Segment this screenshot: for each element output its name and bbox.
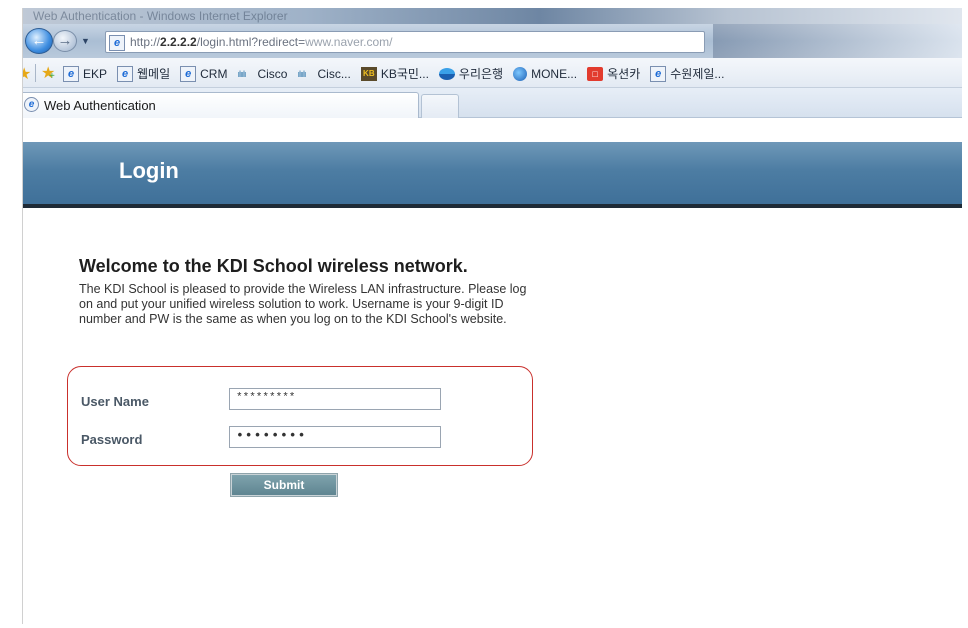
- username-label: User Name: [81, 394, 149, 409]
- address-bar[interactable]: e http://2.2.2.2/login.html?redirect=www…: [105, 31, 705, 53]
- ie-page-icon: e: [117, 65, 134, 82]
- ie-page-icon: e: [180, 65, 197, 82]
- navigation-bar: ← → ▼ e http://2.2.2.2/login.html?redire…: [23, 24, 962, 58]
- favorite-link-cisco[interactable]: ılıılı Cisco: [237, 67, 287, 81]
- welcome-heading: Welcome to the KDI School wireless netwo…: [79, 256, 468, 276]
- tab-label: Web Authentication: [44, 98, 156, 113]
- page-header: Login: [23, 142, 962, 208]
- address-url[interactable]: http://2.2.2.2/login.html?redirect=www.n…: [130, 35, 393, 49]
- cisco-icon: ılıılı: [297, 68, 306, 79]
- favorite-link-webmail[interactable]: e 웹메일: [117, 65, 170, 82]
- favorite-link-money[interactable]: MONE...: [513, 66, 577, 81]
- back-button[interactable]: ←: [25, 28, 53, 54]
- page-title: Login: [119, 158, 179, 183]
- tab-web-authentication[interactable]: e Web Authentication: [23, 92, 419, 118]
- woori-icon: [438, 67, 455, 80]
- toolbar-blur-region: [713, 24, 962, 58]
- new-tab-button[interactable]: [421, 94, 459, 118]
- forward-button[interactable]: →: [53, 30, 77, 52]
- favorite-link-woori[interactable]: 우리은행: [438, 65, 503, 82]
- ie-page-icon: e: [650, 65, 667, 82]
- favorite-link-cisco-2[interactable]: ılıılı Cisc...: [297, 67, 350, 81]
- title-bar: Web Authentication - Windows Internet Ex…: [23, 8, 962, 24]
- username-input[interactable]: *********: [229, 388, 441, 410]
- favorite-link-crm[interactable]: e CRM: [180, 65, 227, 82]
- auction-icon: □: [587, 66, 604, 81]
- credentials-highlight-box: [67, 366, 533, 466]
- back-arrow-icon: ←: [31, 32, 47, 49]
- kb-icon: KB: [360, 66, 377, 81]
- window-title: Web Authentication - Windows Internet Ex…: [33, 9, 288, 23]
- favorites-bar: ★ ★+ eEKP e웹메일 eCRM ılıılıCisco ılıılıCi…: [23, 58, 962, 88]
- tab-bar: e Web Authentication: [23, 88, 962, 118]
- favorites-star-icon[interactable]: ★: [23, 64, 31, 84]
- description-text: The KDI School is pleased to provide the…: [79, 282, 527, 326]
- ie-tab-icon: e: [24, 97, 39, 112]
- password-input[interactable]: ••••••••: [229, 426, 441, 448]
- cisco-icon: ılıılı: [237, 68, 246, 79]
- favorites-list: e EKP e 웹메일 e CRM ılıılı Cisco ılıılı Cisc...…: [63, 65, 734, 82]
- favorite-link-auction[interactable]: □ 옥션카: [587, 65, 640, 82]
- favorite-link-suwon[interactable]: e 수원제일...: [650, 65, 724, 82]
- favorite-link-kb[interactable]: KB KB국민...: [360, 65, 429, 82]
- favorite-link-ekp[interactable]: e EKP: [63, 65, 107, 82]
- browser-window: Web Authentication - Windows Internet Ex…: [22, 8, 962, 624]
- password-label: Password: [81, 432, 143, 447]
- ie-page-icon: e: [109, 35, 125, 51]
- ie-page-icon: e: [63, 65, 79, 82]
- forward-arrow-icon: →: [57, 32, 73, 49]
- submit-button[interactable]: Submit: [230, 473, 338, 497]
- add-to-favorites-icon[interactable]: ★ +: [41, 63, 55, 83]
- recent-pages-dropdown-icon[interactable]: ▼: [81, 36, 90, 46]
- globe-icon: [513, 66, 528, 81]
- favorites-divider: [35, 64, 36, 82]
